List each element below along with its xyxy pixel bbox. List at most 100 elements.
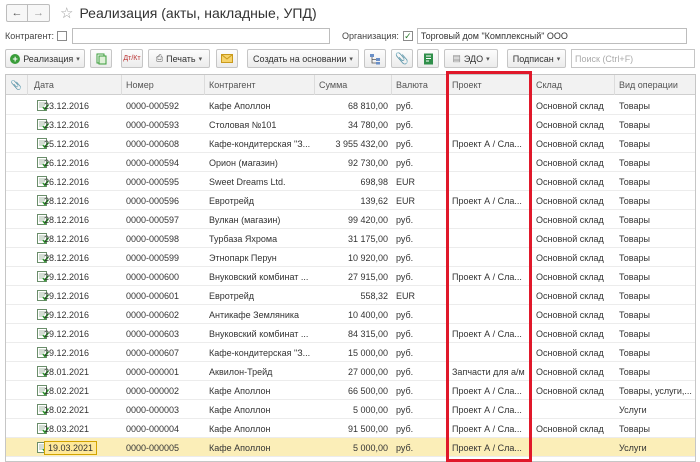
table-row[interactable]: 25.12.2016 0000-000608 Кафе-кондитерская "… [6,134,695,153]
cell-counterparty: Кафе Аполлон [205,96,315,115]
create-button[interactable]: + Реализация ▾ [5,49,85,68]
table-row[interactable]: 23.12.2016 0000-000593 Столовая №101 34 780… [6,115,695,134]
page-title: Реализация (акты, накладные, УПД) [79,5,317,21]
attach-button[interactable]: 📎 [391,49,413,68]
print-button[interactable]: ⎙ Печать ▾ [148,49,210,68]
cell-currency: руб. [392,343,448,362]
column-header-warehouse[interactable]: Склад [532,75,615,95]
cell-currency: руб. [392,305,448,324]
table-row[interactable]: 18.02.2021 0000-000003 Кафе Аполлон 5 000,0… [6,400,695,419]
counterparty-field[interactable] [72,28,331,44]
cell-counterparty: Внуковский комбинат ... [205,267,315,286]
table-row[interactable]: 29.12.2016 0000-000600 Внуковский комбинат… [6,267,695,286]
number-value: 0000-000603 [126,328,180,339]
organization-field[interactable]: Торговый дом "Комплексный" ООО [416,28,687,44]
table-row[interactable]: 28.12.2016 0000-000598 Турбаза Яхрома 31 17… [6,229,695,248]
create-based-on-button[interactable]: Создать на основании ▾ [247,49,359,68]
table-row[interactable]: 26.12.2016 0000-000595 Sweet Dreams Ltd. 69… [6,172,695,191]
forward-button[interactable]: → [28,4,50,22]
table-row[interactable]: 28.12.2016 0000-000599 Этнопарк Перун 10 92… [6,248,695,267]
counterparty-value: Турбаза Яхрома [209,233,278,244]
cell-project: Проект А / Сла... [448,438,532,457]
warehouse-value: Основной склад [536,252,604,263]
dtkt-button[interactable]: Дт/Кт [121,49,143,68]
operation-value: Товары [619,100,650,111]
warehouse-value: Основной склад [536,423,604,434]
currency-value: руб. [396,442,414,453]
currency-value: EUR [396,176,416,187]
sum-value: 558,32 [360,290,388,301]
cell-operation: Товары [615,305,695,324]
column-header-date[interactable]: Дата [28,75,122,95]
cell-counterparty: Кафе-кондитерская "З... [205,343,315,362]
warehouse-value: Основной склад [536,119,604,130]
date-value: 25.12.2016 [44,138,90,149]
organization-checkbox[interactable]: ✓ [402,31,413,41]
sum-value: 66 500,00 [347,385,388,396]
search-input[interactable]: Поиск (Ctrl+F) [571,49,695,68]
sum-value: 5 000,00 [352,442,388,453]
number-value: 0000-000607 [126,347,180,358]
table-row[interactable]: 29.12.2016 0000-000603 Внуковский комбинат… [6,324,695,343]
cell-sum: 15 000,00 [315,343,392,362]
cell-date: 25.12.2016 [28,134,122,153]
column-header-operation[interactable]: Вид операции [615,75,695,95]
column-header-counterparty[interactable]: Контрагент [205,75,315,95]
structure-button[interactable] [364,49,386,68]
table-row[interactable]: 29.12.2016 0000-000602 Антикафе Земляника 1… [6,305,695,324]
operation-value: Услуги [619,442,647,453]
sum-value: 34 780,00 [347,119,388,130]
cell-currency: руб. [392,153,448,172]
counterparty-checkbox[interactable] [57,31,68,41]
back-button[interactable]: ← [6,4,28,22]
cell-number: 0000-000607 [122,343,205,362]
table-row[interactable]: 23.12.2016 0000-000592 Кафе Аполлон 68 810,… [6,96,695,115]
table-row[interactable]: 28.12.2016 0000-000596 Евротрейд 139,62 EUR П… [6,191,695,210]
table-row[interactable]: 28.12.2016 0000-000597 Вулкан (магазин) 99 … [6,210,695,229]
cell-project: Проект А / Сла... [448,191,532,210]
table-row[interactable]: 28.01.2021 0000-000001 Аквилон-Трейд 27 000… [6,362,695,381]
attachment-column-header[interactable]: 📎 [6,75,28,95]
print-button-label: Печать [166,53,196,64]
table-row[interactable]: 29.12.2016 0000-000601 Евротрейд 558,32 EUR О… [6,286,695,305]
operation-value: Товары [619,119,650,130]
cell-number: 0000-000001 [122,362,205,381]
cell-operation: Товары [615,172,695,191]
cell-date: 26.12.2016 [28,153,122,172]
cell-project: Проект А / Сла... [448,134,532,153]
cell-number: 0000-000004 [122,419,205,438]
cell-project: Проект А / Сла... [448,400,532,419]
table-row[interactable]: 26.12.2016 0000-000594 Орион (магазин) 92 7… [6,153,695,172]
column-header-currency[interactable]: Валюта [392,75,448,95]
edo-button[interactable]: ▤ ЭДО ▾ [444,49,498,68]
cell-number: 0000-000002 [122,381,205,400]
table-row[interactable]: 19.03.2021 0000-000005 Кафе Аполлон 5 000,0… [6,438,695,457]
cell-project: Запчасти для а/м [448,362,532,381]
printer-icon: ⎙ [155,53,164,63]
column-header-sum[interactable]: Сумма [315,75,392,95]
report-button[interactable] [417,49,439,68]
cell-counterparty: Внуковский комбинат ... [205,324,315,343]
mail-button[interactable] [216,49,238,68]
signed-filter-button[interactable]: Подписан ▾ [507,49,566,68]
operation-value: Товары [619,157,650,168]
cell-date: 23.12.2016 [28,115,122,134]
table-row[interactable]: 18.03.2021 0000-000004 Кафе Аполлон 91 500,… [6,419,695,438]
cell-date: 29.12.2016 [28,286,122,305]
cell-sum: 31 175,00 [315,229,392,248]
favorite-star-icon[interactable]: ☆ [60,4,73,22]
cell-warehouse: Основной склад [532,362,615,381]
copy-button[interactable] [90,49,112,68]
cell-date: 29.12.2016 [28,267,122,286]
currency-value: руб. [396,271,414,282]
column-header-number[interactable]: Номер [122,75,205,95]
table-row[interactable]: 29.12.2016 0000-000607 Кафе-кондитерская "… [6,343,695,362]
table-row[interactable]: 18.02.2021 0000-000002 Кафе Аполлон 66 500,… [6,381,695,400]
cell-counterparty: Этнопарк Перун [205,248,315,267]
column-header-project[interactable]: Проект [448,75,532,95]
currency-value: руб. [396,347,414,358]
cell-operation: Товары [615,210,695,229]
cell-counterparty: Кафе Аполлон [205,419,315,438]
counterparty-value: Столовая №101 [209,119,277,130]
number-value: 0000-000601 [126,290,180,301]
